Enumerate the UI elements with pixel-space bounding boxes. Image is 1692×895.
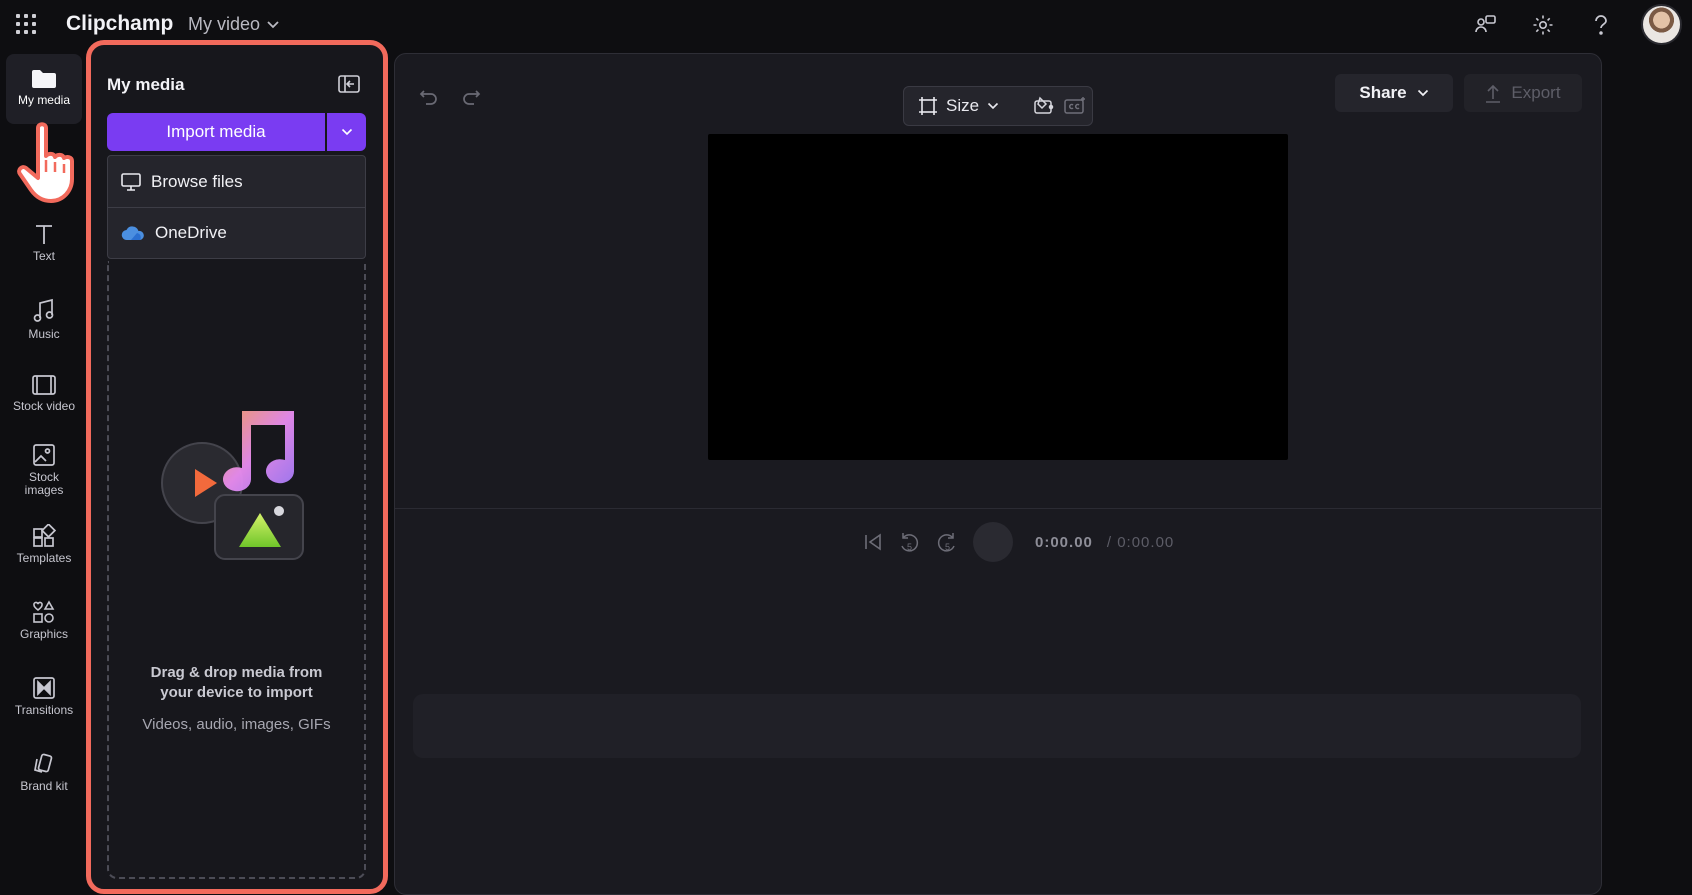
video-preview[interactable] [708, 134, 1288, 460]
current-time: 0:00.00 [1035, 533, 1093, 551]
resize-icon[interactable] [918, 96, 938, 116]
brand-kit-icon [34, 753, 53, 773]
export-button[interactable]: Export [1464, 74, 1582, 112]
import-options-button[interactable] [327, 113, 366, 151]
chevron-down-icon [1417, 89, 1428, 97]
sidebar-item-text[interactable]: Text [6, 222, 82, 263]
playback-controls: 5 5 0:00.00 / 0:00.00 [863, 520, 1174, 564]
drop-zone-title-line: Drag & drop media from [150, 664, 323, 681]
templates-icon [33, 524, 56, 547]
sidebar-item-graphics[interactable]: Graphics [6, 600, 82, 641]
project-name: My video [188, 14, 261, 34]
redo-button[interactable] [457, 82, 485, 110]
chevron-down-icon [988, 102, 999, 110]
sidebar-item-stock-video[interactable]: Stock video [6, 374, 82, 413]
timeline-track[interactable] [413, 694, 1581, 758]
upload-icon [1486, 84, 1501, 103]
share-button[interactable]: Share [1335, 74, 1453, 112]
divider [395, 508, 1601, 509]
sidebar-item-stock-images[interactable]: Stock images [6, 443, 82, 497]
import-dropdown-menu: Browse files OneDrive [107, 155, 366, 259]
export-label: Export [1511, 83, 1561, 102]
drop-zone-subtitle: Videos, audio, images, GIFs [142, 716, 331, 733]
rewind-seconds: 5 [907, 542, 912, 552]
sidebar-item-label: Stock video [12, 399, 76, 413]
share-label: Share [1359, 83, 1407, 102]
size-dropdown[interactable]: Size [946, 96, 979, 116]
app-launcher-icon[interactable] [16, 14, 36, 34]
sidebar-item-label: Templates [16, 551, 72, 565]
music-icon [33, 298, 54, 322]
import-media-button[interactable]: Import media [107, 113, 325, 151]
transition-icon [33, 677, 55, 699]
rewind-5-icon[interactable]: 5 [897, 530, 921, 554]
help-icon[interactable] [1586, 10, 1616, 40]
collapse-panel-icon [338, 75, 360, 93]
sidebar-item-label: Stock images [24, 470, 64, 497]
panel-title: My media [107, 75, 185, 94]
folder-icon [32, 70, 56, 88]
sidebar-item-my-media[interactable]: My media [6, 54, 82, 124]
collapse-panel-button[interactable] [335, 71, 363, 97]
sidebar-item-brand-kit[interactable]: Brand kit [6, 752, 82, 793]
undo-button[interactable] [415, 82, 443, 110]
my-media-panel: My media Import media Browse files OneDr… [86, 40, 388, 894]
undo-icon [419, 90, 437, 105]
sidebar-item-label: Brand kit [20, 779, 68, 793]
project-name-menu[interactable]: My video [188, 14, 280, 35]
feedback-icon[interactable] [1470, 10, 1500, 40]
monitor-icon [121, 172, 141, 191]
image-icon [33, 444, 55, 466]
shapes-icon [33, 600, 55, 623]
app-name: Clipchamp [66, 12, 174, 35]
menu-item-browse-files[interactable]: Browse files [108, 156, 365, 207]
background-fill-icon[interactable] [1033, 96, 1055, 116]
drop-zone-title: Drag & drop media from your device to im… [109, 663, 364, 703]
captions-icon[interactable] [1063, 96, 1087, 116]
settings-icon[interactable] [1528, 10, 1558, 40]
forward-5-icon[interactable]: 5 [935, 530, 959, 554]
sidebar-item-label: Graphics [19, 627, 69, 641]
redo-icon [463, 90, 481, 105]
onedrive-cloud-icon [121, 226, 144, 241]
menu-item-label: Browse files [151, 171, 243, 191]
sidebar-item-label: Text [32, 249, 55, 263]
chevron-down-icon [267, 20, 279, 28]
sidebar-rail: My media Text Music Stock video Stock im… [6, 52, 82, 895]
user-avatar[interactable] [1641, 4, 1682, 45]
media-illustration-icon [161, 411, 304, 560]
sidebar-item-templates[interactable]: Templates [6, 524, 82, 565]
skip-to-start-icon[interactable] [863, 532, 883, 552]
sidebar-item-label: Music [28, 327, 60, 341]
sidebar-item-label: Transitions [14, 703, 74, 717]
drop-zone-title-line: your device to import [160, 684, 313, 701]
menu-item-label: OneDrive [155, 223, 227, 242]
sidebar-item-label: My media [17, 93, 70, 107]
hand-cursor-icon [17, 122, 74, 203]
sidebar-item-music[interactable]: Music [6, 298, 82, 341]
menu-item-onedrive[interactable]: OneDrive [108, 207, 365, 258]
text-icon [36, 225, 52, 244]
play-button[interactable] [973, 522, 1013, 562]
sidebar-item-transitions[interactable]: Transitions [6, 676, 82, 717]
drop-zone[interactable]: Drag & drop media from your device to im… [107, 261, 366, 879]
total-time: / 0:00.00 [1106, 533, 1175, 551]
chevron-down-icon [341, 128, 352, 136]
aspect-ratio-toolbar: Size [903, 86, 1093, 126]
editor-workspace: Size Share Export 5 5 0:00.00 / 0:00.00 [394, 53, 1602, 895]
forward-seconds: 5 [945, 542, 950, 552]
film-icon [32, 375, 56, 395]
